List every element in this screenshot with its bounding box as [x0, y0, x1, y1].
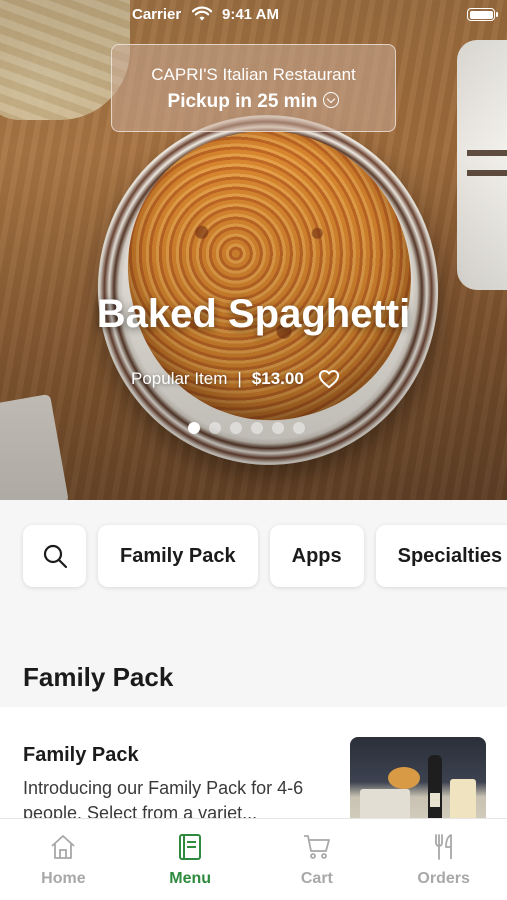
wifi-icon	[192, 6, 212, 21]
tab-label: Cart	[300, 870, 333, 887]
restaurant-name: CAPRI'S Italian Restaurant	[151, 65, 356, 84]
category-chip-apps[interactable]: Apps	[269, 525, 364, 587]
category-chip-family-pack[interactable]: Family Pack	[98, 525, 258, 587]
category-bar[interactable]: Family Pack Apps Specialties	[23, 525, 507, 587]
carousel-dot[interactable]	[272, 422, 284, 434]
tab-bar[interactable]: Home Menu Cart Orders	[0, 818, 507, 900]
pickup-time[interactable]: Pickup in 25 min	[112, 91, 395, 113]
tab-menu[interactable]: Menu	[127, 819, 254, 900]
featured-tag: Popular Item	[131, 369, 228, 388]
carrier-label: Carrier	[132, 6, 182, 23]
carousel-dot[interactable]	[209, 422, 221, 434]
tab-orders[interactable]: Orders	[380, 819, 507, 900]
tab-label: Home	[41, 870, 86, 887]
hero-banner[interactable]: Carrier 9:41 AM CAPRI'S Italian Restaura…	[0, 0, 507, 500]
tab-label: Orders	[417, 870, 470, 887]
carousel-dot[interactable]	[230, 422, 242, 434]
featured-price: $13.00	[251, 369, 304, 388]
featured-item-meta: Popular Item | $13.00	[131, 369, 340, 389]
menu-book-icon	[179, 834, 202, 860]
pickup-label: Pickup in 25 min	[167, 91, 318, 112]
section-title: Family Pack	[23, 662, 174, 692]
category-chip-specialties[interactable]: Specialties	[375, 525, 507, 587]
meta-separator: |	[237, 369, 242, 388]
menu-item-name: Family Pack	[23, 744, 139, 766]
carousel-dot[interactable]	[188, 422, 200, 434]
status-bar: Carrier 9:41 AM	[0, 0, 507, 30]
heart-icon[interactable]	[318, 369, 340, 389]
carousel-indicator[interactable]	[188, 422, 305, 434]
clock: 9:41 AM	[222, 6, 279, 23]
carousel-dot[interactable]	[251, 422, 263, 434]
battery-icon	[467, 8, 498, 21]
chevron-down-icon	[323, 92, 340, 108]
tab-cart[interactable]: Cart	[254, 819, 381, 900]
tab-label: Menu	[169, 870, 212, 887]
tab-home[interactable]: Home	[0, 819, 127, 900]
search-icon	[43, 544, 67, 569]
search-button[interactable]	[23, 525, 86, 587]
fork-knife-icon	[434, 834, 452, 860]
home-icon	[51, 835, 75, 859]
menu-item-card[interactable]: Family Pack Introducing our Family Pack …	[0, 707, 507, 837]
featured-item-title: Baked Spaghetti	[96, 292, 411, 336]
cart-icon	[303, 835, 330, 859]
restaurant-pickup-card[interactable]: CAPRI'S Italian Restaurant Pickup in 25 …	[111, 44, 396, 132]
carousel-dot[interactable]	[293, 422, 305, 434]
